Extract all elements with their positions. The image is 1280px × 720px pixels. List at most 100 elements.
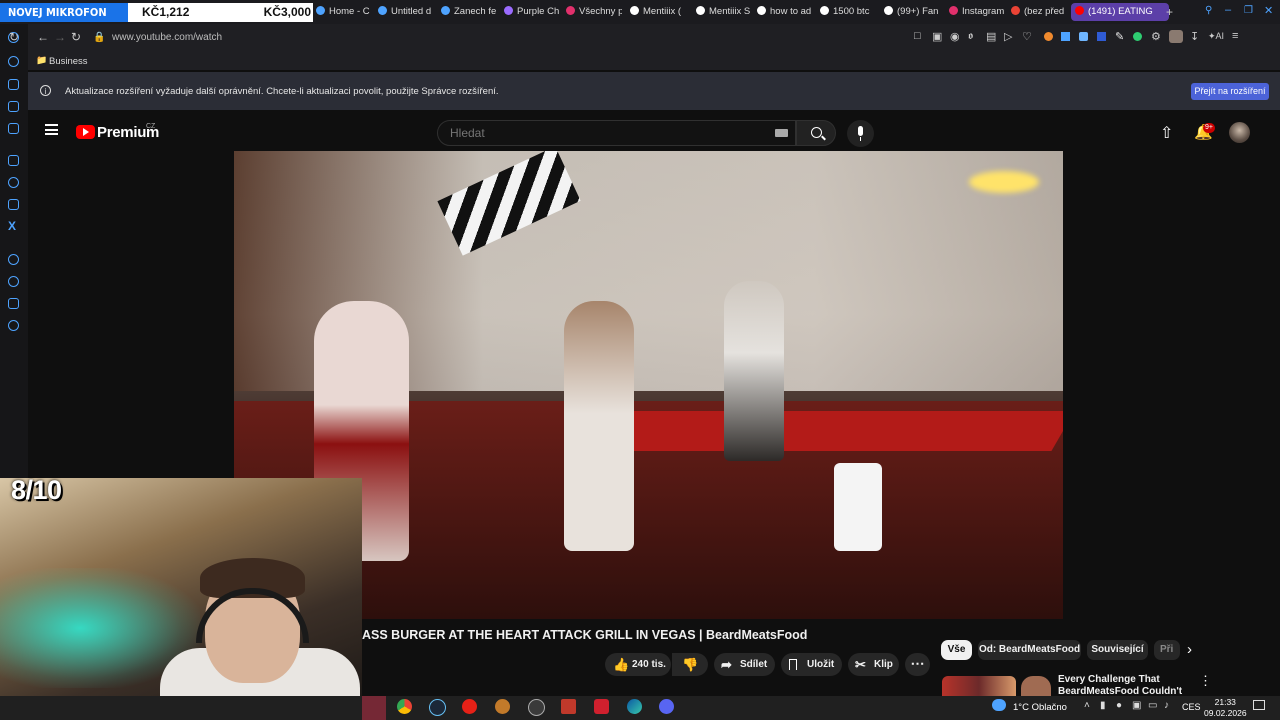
chip-partial[interactable]: Při bbox=[1154, 640, 1180, 660]
chevron-right-icon[interactable]: › bbox=[1187, 641, 1192, 658]
save-button[interactable]: Uložit bbox=[781, 653, 842, 676]
more-vertical-icon[interactable]: ⋮ bbox=[1199, 673, 1212, 689]
tab-0[interactable]: Home - C bbox=[316, 3, 372, 21]
reload-sidebar-icon[interactable]: ↻ bbox=[9, 30, 19, 44]
hamburger-menu-icon[interactable] bbox=[45, 124, 58, 135]
obs-icon[interactable] bbox=[495, 699, 510, 714]
messenger-chat-icon[interactable] bbox=[8, 177, 19, 188]
search-tabs-icon[interactable]: ⚲ bbox=[1205, 5, 1212, 16]
tab-1[interactable]: Untitled d bbox=[378, 3, 434, 21]
download-icon[interactable]: ↧ bbox=[1190, 30, 1199, 43]
reader-icon[interactable]: ▤ bbox=[986, 30, 996, 43]
tab-3[interactable]: Purple Ch bbox=[504, 3, 560, 21]
edge-icon[interactable] bbox=[627, 699, 642, 714]
go-to-extensions-button[interactable]: Přejít na rozšíření bbox=[1191, 83, 1269, 100]
youtube-logo-icon[interactable] bbox=[76, 125, 95, 139]
tab-7[interactable]: how to ad bbox=[757, 3, 813, 21]
forward-icon[interactable]: → bbox=[54, 30, 66, 44]
search-button[interactable] bbox=[796, 120, 836, 146]
profile-avatar[interactable] bbox=[1169, 30, 1183, 43]
reload-icon[interactable]: ↻ bbox=[71, 30, 81, 44]
search-input[interactable] bbox=[448, 125, 752, 141]
chip-related[interactable]: Související bbox=[1087, 640, 1148, 660]
extension-download-icon[interactable] bbox=[1061, 32, 1070, 41]
minimize-icon[interactable]: – bbox=[1225, 4, 1231, 16]
mic-tray-icon[interactable]: ● bbox=[1116, 700, 1122, 711]
url-field[interactable]: www.youtube.com/watch bbox=[112, 32, 222, 43]
shield-icon[interactable]: ◉ bbox=[950, 30, 960, 43]
keyboard-icon[interactable] bbox=[775, 129, 788, 137]
x-icon[interactable]: X bbox=[8, 219, 16, 233]
donation-amounts: KČ1,212 KČ3,000 bbox=[128, 3, 313, 22]
bookmark-icon[interactable]: □ bbox=[914, 30, 921, 42]
tab-8[interactable]: 1500 btc bbox=[820, 3, 876, 21]
cube-icon[interactable] bbox=[8, 298, 19, 309]
steam-icon[interactable] bbox=[429, 699, 446, 716]
back-icon[interactable]: ← bbox=[37, 30, 49, 44]
tab-10[interactable]: Instagram bbox=[949, 3, 1005, 21]
account-avatar[interactable] bbox=[1229, 122, 1250, 143]
close-icon[interactable]: ✕ bbox=[1264, 4, 1273, 17]
mail-icon[interactable] bbox=[8, 123, 19, 134]
monitor-icon[interactable]: ▭ bbox=[1148, 700, 1157, 711]
menu-icon[interactable]: ≡ bbox=[1232, 30, 1238, 42]
clip-button[interactable]: ✂ Klip bbox=[848, 653, 899, 676]
youtube-app-icon[interactable] bbox=[462, 699, 477, 714]
chrome-icon[interactable] bbox=[397, 699, 412, 714]
puzzle-icon[interactable]: ⚙ bbox=[1151, 30, 1161, 43]
bookmark-business[interactable]: Business bbox=[49, 56, 88, 67]
tray-chevron-icon[interactable]: ˄ bbox=[1084, 700, 1090, 711]
chip-all[interactable]: Vše bbox=[941, 640, 972, 660]
tab-6[interactable]: Mentiiix S bbox=[696, 3, 751, 21]
share-button[interactable]: ➦ Sdílet bbox=[714, 653, 775, 676]
more-actions-button[interactable]: ⋯ bbox=[905, 653, 930, 676]
ai-icon[interactable]: ✦AI bbox=[1208, 31, 1224, 42]
weather-text[interactable]: 1°C Oblačno bbox=[1013, 702, 1067, 713]
chip-from-channel[interactable]: Od: BeardMeatsFood bbox=[978, 640, 1081, 660]
speaker-icon[interactable]: ♪ bbox=[1164, 700, 1169, 711]
play-icon[interactable]: ▷ bbox=[1004, 30, 1012, 43]
grammarly-icon[interactable] bbox=[1133, 32, 1142, 41]
messenger-icon[interactable] bbox=[8, 101, 19, 112]
related-video-thumbnail[interactable] bbox=[942, 676, 1016, 696]
language-indicator[interactable]: CES bbox=[1182, 702, 1201, 712]
screenshot-icon[interactable]: ▣ bbox=[932, 30, 942, 43]
tab-4[interactable]: Všechny p bbox=[566, 3, 622, 21]
maximize-icon[interactable]: ❐ bbox=[1244, 5, 1253, 16]
voice-search-button[interactable] bbox=[847, 120, 874, 147]
tab-2[interactable]: Zanech fe bbox=[441, 3, 497, 21]
dislike-button[interactable]: 👎 bbox=[672, 653, 708, 676]
new-tab-button[interactable]: + bbox=[1166, 5, 1173, 19]
red-app-icon[interactable] bbox=[594, 699, 609, 714]
lock-icon[interactable]: 🔒 bbox=[93, 32, 105, 43]
related-video-thumbnail-face[interactable] bbox=[1021, 676, 1051, 696]
tab-5[interactable]: Mentiiix ( bbox=[630, 3, 690, 21]
player-icon[interactable] bbox=[8, 254, 19, 265]
network-icon[interactable]: ▣ bbox=[1132, 700, 1141, 711]
extension-shield-icon[interactable] bbox=[1097, 32, 1106, 41]
discord-icon[interactable] bbox=[659, 699, 674, 714]
heart-icon[interactable]: ♡ bbox=[1022, 30, 1032, 43]
tab-11[interactable]: (bez před bbox=[1011, 3, 1066, 21]
extension-blue-icon[interactable] bbox=[1079, 32, 1088, 41]
tab-label: (bez před bbox=[1024, 6, 1065, 17]
twitch-icon[interactable] bbox=[8, 155, 19, 166]
tab-9[interactable]: (99+) Fan bbox=[884, 3, 940, 21]
notification-center-icon[interactable] bbox=[1253, 700, 1265, 710]
bag-icon[interactable] bbox=[8, 79, 19, 90]
grid-app-icon[interactable] bbox=[561, 699, 576, 714]
clock[interactable]: 21:33 09.02.2026 bbox=[1204, 697, 1247, 719]
pen-icon[interactable]: ✎ bbox=[1115, 30, 1124, 43]
clock-icon[interactable] bbox=[8, 276, 19, 287]
usb-icon[interactable]: ▮ bbox=[1100, 700, 1106, 711]
history-icon[interactable] bbox=[8, 56, 19, 67]
tab-12[interactable]: (1491) EATING bbox=[1071, 3, 1169, 21]
upload-icon[interactable]: ⇧ bbox=[1160, 123, 1173, 143]
instagram-icon[interactable] bbox=[8, 199, 19, 210]
like-button[interactable]: 👍 240 tis. bbox=[605, 653, 671, 676]
gear-icon[interactable] bbox=[8, 320, 19, 331]
translate-icon[interactable]: 𝖔 bbox=[968, 30, 973, 43]
extension-orange-icon[interactable] bbox=[1044, 32, 1053, 41]
taskbar-active-app[interactable] bbox=[362, 696, 386, 720]
app-icon[interactable] bbox=[528, 699, 545, 716]
